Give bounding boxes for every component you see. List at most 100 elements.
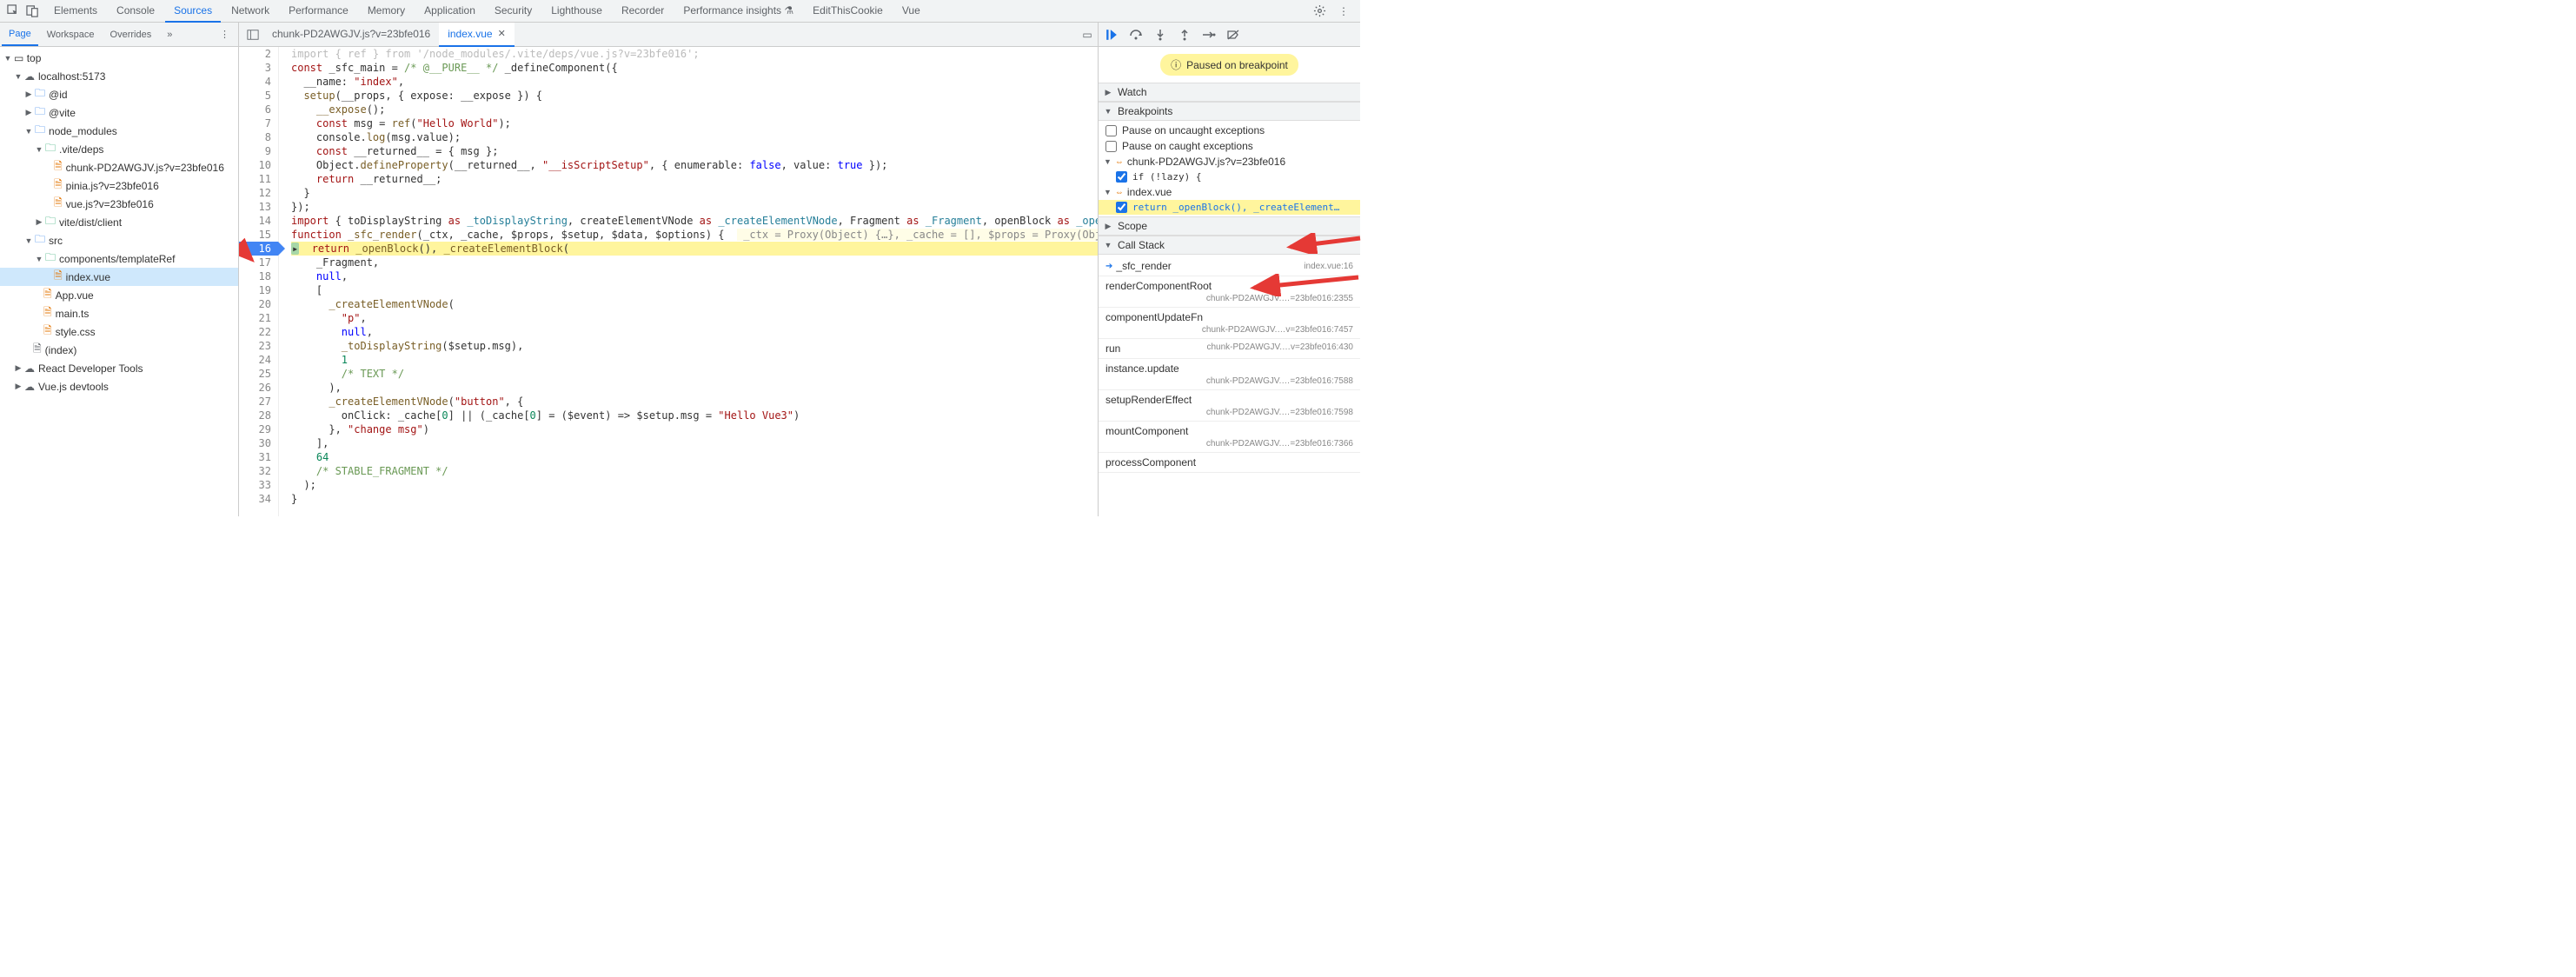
reading-mode-icon[interactable]: ▭ [1077,29,1098,41]
close-icon[interactable]: ✕ [498,28,506,39]
file-tab-index-vue[interactable]: index.vue✕ [439,23,515,47]
call-stack-frame[interactable]: ➔_sfc_renderindex.vue:16 [1099,256,1360,276]
call-stack-frame[interactable]: runchunk-PD2AWGJV.…v=23bfe016:430 [1099,339,1360,359]
folder-icon: 🗀 [45,249,56,268]
editor-pane: chunk-PD2AWGJV.js?v=23bfe016 index.vue✕ … [239,23,1098,516]
call-stack-frame[interactable]: componentUpdateFnchunk-PD2AWGJV.…v=23bfe… [1099,308,1360,339]
navigator-kebab-icon[interactable]: ⋮ [213,23,236,45]
file-tree[interactable]: ▼▭ top ▼☁localhost:5173 ▶🗀@id ▶🗀@vite ▼🗀… [0,47,238,516]
paused-badge: ⓘPaused on breakpoint [1160,54,1298,76]
tab-vue[interactable]: Vue [893,0,929,23]
section-watch[interactable]: ▶Watch [1099,83,1360,102]
bp-file-chunk[interactable]: ▼⇔chunk-PD2AWGJV.js?v=23bfe016 [1099,154,1360,169]
js-file-icon: 🗎 [54,158,63,176]
tree-folder-node-modules[interactable]: ▼🗀node_modules [0,122,238,140]
cloud-icon: ☁ [24,362,35,375]
navigator-tab-overrides[interactable]: Overrides [103,24,159,45]
tree-folder-at-vite[interactable]: ▶🗀@vite [0,103,238,122]
folder-icon: 🗀 [35,231,45,249]
annotation-arrow-icon [1284,233,1362,254]
tab-memory[interactable]: Memory [359,0,414,23]
tree-file-index-html[interactable]: 🗎(index) [0,341,238,359]
step-over-icon[interactable] [1128,27,1144,43]
tree-file-pinia[interactable]: 🗎pinia.js?v=23bfe016 [0,176,238,195]
vue-file-icon: 🗎 [54,268,63,286]
tree-file-style-css[interactable]: 🗎style.css [0,322,238,341]
debugger-controls [1099,23,1360,47]
bp-file-index-vue[interactable]: ▼⇔index.vue [1099,184,1360,200]
call-stack-frame[interactable]: renderComponentRootchunk-PD2AWGJV.…=23bf… [1099,276,1360,308]
tree-folder-at-id[interactable]: ▶🗀@id [0,85,238,103]
bp-checkbox[interactable] [1116,171,1127,183]
info-icon: ⓘ [1171,57,1181,72]
tab-console[interactable]: Console [108,0,163,23]
tab-recorder[interactable]: Recorder [613,0,673,23]
tree-host[interactable]: ▼☁localhost:5173 [0,67,238,85]
tab-security[interactable]: Security [486,0,541,23]
tab-lighthouse[interactable]: Lighthouse [542,0,611,23]
call-stack-frame[interactable]: mountComponentchunk-PD2AWGJV.…=23bfe016:… [1099,422,1360,453]
call-stack-frame[interactable]: instance.updatechunk-PD2AWGJV.…=23bfe016… [1099,359,1360,390]
gear-icon[interactable] [1310,2,1329,21]
folder-icon: 🗀 [35,85,45,103]
bp-cond-chunk[interactable]: if (!lazy) { [1099,169,1360,184]
inspect-element-icon[interactable] [3,2,23,21]
tab-editthiscookie[interactable]: EditThisCookie [804,0,892,23]
tab-application[interactable]: Application [415,0,484,23]
resume-icon[interactable] [1104,27,1119,43]
tree-folder-components-templateref[interactable]: ▼🗀components/templateRef [0,249,238,268]
ts-file-icon: 🗎 [43,304,52,322]
tree-ext-react[interactable]: ▶☁React Developer Tools [0,359,238,377]
navigator-more-icon[interactable]: » [160,24,179,45]
folder-icon: 🗀 [45,140,56,158]
kebab-menu-icon[interactable]: ⋮ [1334,2,1353,21]
tab-network[interactable]: Network [222,0,278,23]
tree-top[interactable]: ▼▭ top [0,49,238,67]
navigator-tab-workspace[interactable]: Workspace [40,24,102,45]
bp-checkbox[interactable] [1116,202,1127,213]
pause-uncaught-row[interactable]: Pause on uncaught exceptions [1099,123,1360,138]
tree-file-vuejs[interactable]: 🗎vue.js?v=23bfe016 [0,195,238,213]
editor-gutter[interactable]: 2345678910111213141516171819202122232425… [239,47,279,516]
show-navigator-icon[interactable] [242,29,263,41]
breakpoints-body: Pause on uncaught exceptions Pause on ca… [1099,121,1360,216]
call-stack-frame[interactable]: processComponent [1099,453,1360,473]
device-toolbar-icon[interactable] [23,2,42,21]
tree-folder-src[interactable]: ▼🗀src [0,231,238,249]
step-into-icon[interactable] [1152,27,1168,43]
frame-icon: ▭ [14,52,23,64]
file-tab-chunk[interactable]: chunk-PD2AWGJV.js?v=23bfe016 [263,23,439,47]
editor-code[interactable]: import { ref } from '/node_modules/.vite… [279,47,1098,516]
devtools-top-toolbar: Elements Console Sources Network Perform… [0,0,1360,23]
pause-uncaught-checkbox[interactable] [1105,125,1117,136]
vue-file-icon: 🗎 [43,286,52,304]
flask-icon: ⚗ [784,4,793,17]
link-icon: ⇔ [1115,188,1124,197]
tab-performance-insights[interactable]: Performance insights ⚗ [674,0,802,23]
tree-folder-vite-deps[interactable]: ▼🗀.vite/deps [0,140,238,158]
tree-file-main-ts[interactable]: 🗎main.ts [0,304,238,322]
section-scope[interactable]: ▶Scope [1099,216,1360,236]
folder-icon: 🗀 [35,122,45,140]
step-out-icon[interactable] [1177,27,1192,43]
tree-file-index-vue[interactable]: 🗎index.vue [0,268,238,286]
html-file-icon: 🗎 [33,341,42,359]
tree-file-app-vue[interactable]: 🗎App.vue [0,286,238,304]
tree-file-chunk[interactable]: 🗎chunk-PD2AWGJV.js?v=23bfe016 [0,158,238,176]
step-icon[interactable] [1201,27,1217,43]
deactivate-breakpoints-icon[interactable] [1225,27,1241,43]
call-stack-frame[interactable]: setupRenderEffectchunk-PD2AWGJV.…=23bfe0… [1099,390,1360,422]
pause-caught-checkbox[interactable] [1105,141,1117,152]
tab-performance[interactable]: Performance [280,0,357,23]
tree-ext-vue[interactable]: ▶☁Vue.js devtools [0,377,238,395]
bp-cond-index-vue[interactable]: return _openBlock(), _createElement… [1099,200,1360,215]
tree-folder-vite-dist-client[interactable]: ▶🗀vite/dist/client [0,213,238,231]
tab-elements[interactable]: Elements [45,0,106,23]
section-callstack[interactable]: ▼Call Stack [1099,236,1360,255]
navigator-tab-page[interactable]: Page [2,23,38,46]
pause-caught-row[interactable]: Pause on caught exceptions [1099,138,1360,154]
folder-icon: 🗀 [45,213,56,231]
section-breakpoints[interactable]: ▼Breakpoints [1099,102,1360,121]
code-editor[interactable]: 2345678910111213141516171819202122232425… [239,47,1098,516]
tab-sources[interactable]: Sources [165,0,221,23]
